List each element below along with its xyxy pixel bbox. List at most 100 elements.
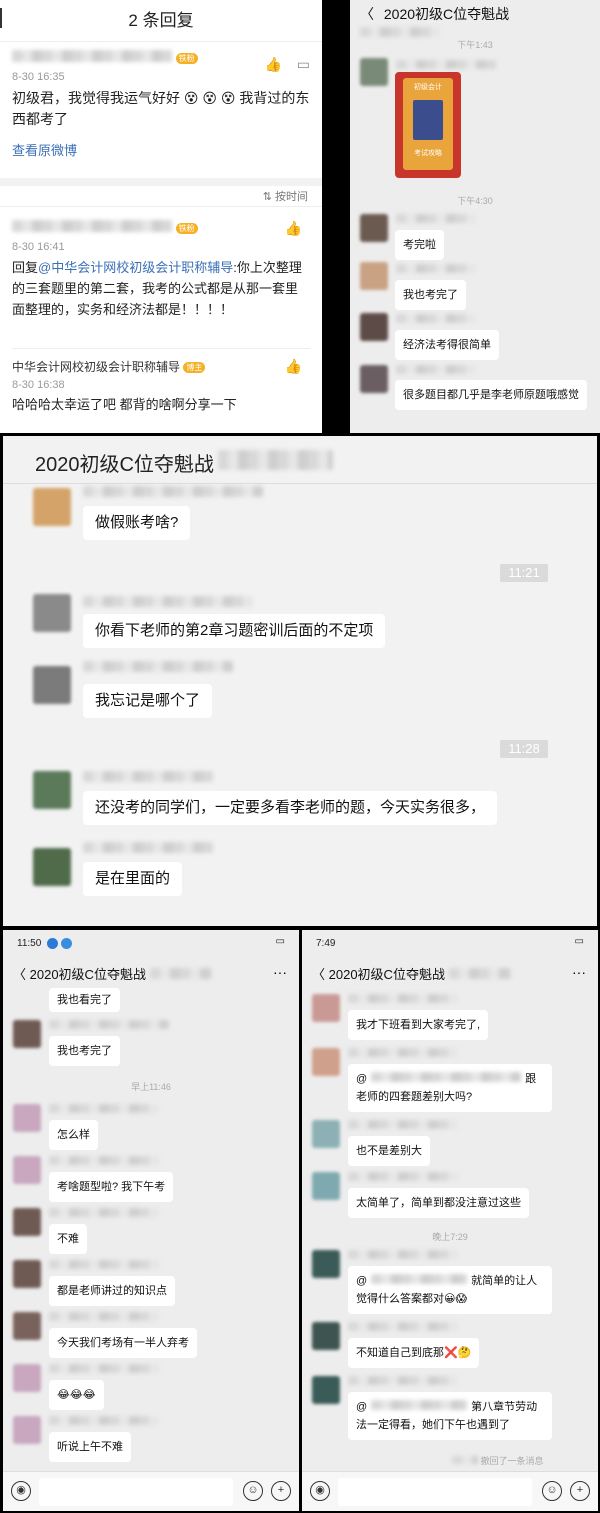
poster-image[interactable]: 初级会计 考试攻略 <box>395 72 461 178</box>
message-bubble[interactable]: 太简单了，简单到都没注意过这些 <box>348 1188 529 1218</box>
avatar[interactable] <box>33 771 71 809</box>
recall-text: 撤回了一条消息 <box>480 1456 544 1466</box>
avatar[interactable] <box>13 1416 41 1444</box>
blurred-name <box>348 994 458 1003</box>
chat-header: 〈 2020初级C位夺魁战 <box>13 964 212 983</box>
voice-icon[interactable]: ◉ <box>11 1481 31 1501</box>
avatar[interactable] <box>33 666 71 704</box>
message-bubble[interactable]: 我也考完了 <box>49 1036 120 1066</box>
input-bar: ◉ ☺ + <box>302 1471 598 1511</box>
author-name[interactable]: 中华会计网校初级会计职称辅导 <box>12 360 180 374</box>
back-icon[interactable]: 〈 <box>312 967 325 982</box>
avatar[interactable] <box>33 594 71 632</box>
avatar[interactable] <box>360 214 388 242</box>
fan-badge: 铁粉 <box>175 223 198 235</box>
message-bubble[interactable]: 怎么样 <box>49 1120 98 1150</box>
message-bubble[interactable]: 我忘记是哪个了 <box>83 684 213 718</box>
emoji-icon[interactable]: ☺ <box>542 1481 562 1501</box>
more-icon[interactable]: ··· <box>572 964 586 980</box>
message-bubble[interactable]: 经济法考得很简单 <box>395 330 499 360</box>
reply-2: 铁粉 8-30 16:41 回复@中华会计网校初级会计职称辅导:你上次整理的三套… <box>12 220 310 320</box>
reply-1: 铁粉 8-30 16:35 初级君，我觉得我运气好好 😵 😵 😵 我背过的东西都… <box>12 50 310 159</box>
avatar[interactable] <box>312 1048 340 1076</box>
mention-prefix: @ <box>356 1073 368 1085</box>
avatar[interactable] <box>33 848 71 886</box>
message-bubble[interactable]: 我才下班看到大家考完了, <box>348 1010 489 1040</box>
sort-button[interactable]: ⇅ 按时间 <box>263 188 308 204</box>
message-bubble[interactable]: 做假账考啥? <box>83 506 191 540</box>
avatar[interactable] <box>360 262 388 290</box>
blurred-name <box>452 1456 478 1464</box>
avatar[interactable] <box>312 1250 340 1278</box>
avatar[interactable] <box>13 1020 41 1048</box>
status-time: 7:49 <box>316 938 336 949</box>
blurred-count <box>149 968 212 979</box>
message-bubble[interactable]: 还没考的同学们，一定要多看李老师的题，今天实务很多， <box>83 791 498 825</box>
voice-icon[interactable]: ◉ <box>310 1481 330 1501</box>
message-bubble[interactable]: @ 第八章节劳动法一定得看，她们下午也遇到了 <box>348 1392 552 1440</box>
back-icon[interactable]: 〈 <box>13 967 26 982</box>
message-bubble[interactable]: 你看下老师的第2章习题密训后面的不定项 <box>83 614 386 648</box>
avatar[interactable] <box>13 1364 41 1392</box>
message-input[interactable] <box>39 1478 233 1506</box>
message-bubble[interactable]: 我也看完了 <box>49 988 120 1012</box>
avatar[interactable] <box>312 1322 340 1350</box>
recall-notice: 撤回了一条消息 <box>452 1454 544 1467</box>
author-badge: 博主 <box>183 362 206 374</box>
blurred-name <box>83 596 253 607</box>
battery-icon: ▭ <box>574 936 584 947</box>
view-original-link[interactable]: 查看原微博 <box>12 140 310 159</box>
message-bubble[interactable]: @ 就简单的让人觉得什么答案都对😀😱 <box>348 1266 552 1314</box>
emoji-icon[interactable]: ☺ <box>243 1481 263 1501</box>
avatar[interactable] <box>312 1376 340 1404</box>
message-bubble[interactable]: 都是老师讲过的知识点 <box>49 1276 175 1306</box>
message-bubble[interactable]: 我也考完了 <box>395 280 466 310</box>
message-bubble[interactable]: 考完啦 <box>395 230 444 260</box>
blurred-name <box>49 1104 159 1113</box>
message-bubble[interactable]: 😂😂😂 <box>49 1380 104 1410</box>
blurred-username <box>12 50 172 62</box>
blurred-mention <box>371 1400 468 1410</box>
avatar[interactable] <box>33 488 71 526</box>
avatar[interactable] <box>360 365 388 393</box>
message-input[interactable] <box>338 1478 532 1506</box>
avatar[interactable] <box>13 1104 41 1132</box>
more-icon[interactable]: ··· <box>273 964 287 980</box>
message-bubble[interactable]: 不知道自己到底那❌🤔 <box>348 1338 480 1368</box>
avatar[interactable] <box>312 1172 340 1200</box>
back-icon[interactable]: 〈 <box>360 6 374 22</box>
blurred-mention <box>371 1072 522 1082</box>
blurred-name <box>49 1260 159 1269</box>
avatar[interactable] <box>360 313 388 341</box>
message-bubble[interactable]: 考啥题型啦? 我下午考 <box>49 1172 174 1202</box>
message-bubble[interactable]: 不难 <box>49 1224 87 1254</box>
avatar[interactable] <box>13 1312 41 1340</box>
message-bubble[interactable]: 听说上午不难 <box>49 1432 131 1462</box>
plus-icon[interactable]: + <box>271 1481 291 1501</box>
message-bubble[interactable]: @ 跟 老师的四套题差别大吗? <box>348 1064 552 1112</box>
message-bubble[interactable]: 今天我们考场有一半人弃考 <box>49 1328 197 1358</box>
blurred-name <box>348 1376 458 1385</box>
like-icon[interactable]: 👍 <box>285 358 302 375</box>
avatar[interactable] <box>360 58 388 86</box>
mention-link[interactable]: @中华会计网校初级会计职称辅导 <box>38 260 233 275</box>
avatar[interactable] <box>13 1156 41 1184</box>
message-bubble[interactable]: 很多题目都几乎是李老师原题哦感觉 <box>395 380 587 410</box>
divider <box>0 206 322 207</box>
avatar[interactable] <box>13 1208 41 1236</box>
avatar[interactable] <box>312 994 340 1022</box>
avatar[interactable] <box>13 1260 41 1288</box>
input-bar: ◉ ☺ + <box>3 1471 299 1511</box>
like-icon[interactable]: 👍 <box>285 220 302 237</box>
blurred-name <box>396 60 496 69</box>
message-bubble[interactable]: 也不是差别大 <box>348 1136 430 1166</box>
plus-icon[interactable]: + <box>570 1481 590 1501</box>
like-icon[interactable]: 👍 <box>265 56 282 73</box>
timestamp: 晚上7:29 <box>432 1232 468 1242</box>
chat-panel-4: 7:49 ▭ 〈 2020初级C位夺魁战 ··· 我才下班看到大家考完了, @ 跟… <box>302 930 598 1511</box>
comment-icon[interactable]: ▭ <box>297 56 310 73</box>
message-bubble[interactable]: 是在里面的 <box>83 862 183 896</box>
blurred-count <box>218 450 333 470</box>
avatar[interactable] <box>312 1120 340 1148</box>
blurred-name <box>83 842 213 853</box>
